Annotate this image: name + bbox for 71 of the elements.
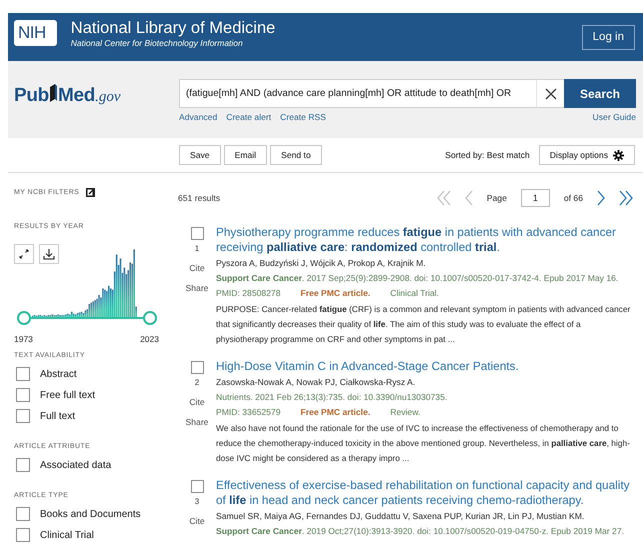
result-title[interactable]: High-Dose Vitamin C in Advanced-Stage Cancer Patients. xyxy=(216,359,633,374)
result-checkbox[interactable] xyxy=(190,227,204,240)
pmid-label: PMID: 33652579 xyxy=(216,407,280,417)
result-snippet: We also have not found the rationale for the use of IVC to increase the effectiveness of chemotherapy and to reduce the chemotherapy-induced toxicity in the above mentioned group. Nevertheless, in palliative care, high-dose IVC might be considered as a therapy impro ... xyxy=(216,422,631,465)
site-title: National Library of Medicine xyxy=(70,18,276,38)
result-authors: Samuel SR, Maiya AG, Fernandes DJ, Guddattu V, Saxena PUP, Kurian JR, Lin PJ, Mustian KM. xyxy=(216,511,586,521)
filter-checkbox[interactable] xyxy=(16,367,30,381)
page-field[interactable]: 1 xyxy=(520,189,550,207)
year-label: 1973 xyxy=(14,334,33,344)
login-button[interactable]: Log in xyxy=(582,24,635,50)
filter-label[interactable]: Full text xyxy=(40,410,76,422)
action-button[interactable]: Send to xyxy=(270,145,322,165)
nih-logo[interactable]: NIH xyxy=(14,20,57,46)
search-button[interactable]: Search xyxy=(564,79,636,108)
results-count: 651 results xyxy=(178,193,220,203)
cite-link[interactable]: Cite xyxy=(189,397,205,407)
page-total: of 66 xyxy=(564,193,583,203)
display-options-button[interactable]: Display options xyxy=(538,145,635,165)
search-field[interactable]: (fatigue[mh] AND (advance care planning[mh] OR attitude to death[mh] OR xyxy=(179,79,536,108)
page-label: Page xyxy=(486,193,507,203)
result-number: 2 xyxy=(194,378,200,387)
result-citation: Nutrients. 2021 Feb 26;13(3):735. doi: 10.3390/nu13030735. xyxy=(216,392,448,402)
result-authors: Zasowska-Nowak A, Nowak PJ, Ciałkowska-Rysz A. xyxy=(216,377,416,387)
filter-checkbox[interactable] xyxy=(16,507,30,521)
article-type: Review. xyxy=(390,407,420,417)
action-button[interactable]: Email xyxy=(224,145,268,165)
share-link[interactable]: Share xyxy=(186,417,208,427)
filter-checkbox[interactable] xyxy=(16,528,30,542)
sort-label[interactable]: Sorted by: Best match xyxy=(445,150,530,160)
filter-label[interactable]: Books and Documents xyxy=(40,508,141,520)
result-checkbox[interactable] xyxy=(190,480,204,493)
result-title[interactable]: Effectiveness of exercise-based rehabilitation on functional capacity and quality of life in head and neck cancer patients receiving chemo-radiotherapy. xyxy=(216,478,633,508)
filter-label[interactable]: Clinical Trial xyxy=(40,530,94,540)
filter-checkbox[interactable] xyxy=(16,409,30,423)
download-icon[interactable] xyxy=(39,244,59,264)
result-snippet: PURPOSE: Cancer-related fatigue (CRF) is a common and relevant symptom in patients with advanced cancer that significantly decreases their quality of life. The aim of this study was to evaluate the effect of a physiotherapy programme on CRF and other symptoms in pat ... xyxy=(216,303,632,346)
filter-checkbox[interactable] xyxy=(16,458,30,472)
double-chevron-icon[interactable] xyxy=(619,190,633,206)
site-subtitle: National Center for Biotechnology Information xyxy=(70,38,244,48)
cite-link[interactable]: Cite xyxy=(189,263,205,273)
cite-link[interactable]: Cite xyxy=(189,516,205,526)
result-citation: Support Care Cancer. 2019 Oct;27(10):3913-3920. doi: 10.1007/s00520-019-04750-z. Epub 2019 Mar 27. xyxy=(216,526,625,536)
user-guide-link[interactable]: User Guide xyxy=(592,112,636,122)
share-link[interactable]: Share xyxy=(186,283,208,293)
result-checkbox[interactable] xyxy=(190,361,204,374)
filter-label[interactable]: Abstract xyxy=(40,368,77,380)
search-link[interactable]: Create alert xyxy=(226,112,272,122)
action-button[interactable]: Save xyxy=(179,145,221,165)
result-number: 3 xyxy=(194,497,200,506)
filter-checkbox[interactable] xyxy=(16,388,30,402)
chevron-icon[interactable] xyxy=(597,190,605,206)
search-link[interactable]: Advanced xyxy=(179,112,218,122)
filter-label[interactable]: Associated data xyxy=(40,460,112,470)
filter-label[interactable]: Free full text xyxy=(40,390,96,400)
article-type: Clinical Trial. xyxy=(390,288,439,298)
external-link-icon[interactable] xyxy=(86,188,96,197)
pubmed-logo[interactable]: Pub Med.gov xyxy=(14,83,179,107)
search-link[interactable]: Create RSS xyxy=(280,112,326,122)
year-label: 2023 xyxy=(140,334,159,344)
free-article-label: Free PMC article. xyxy=(300,288,370,298)
close-icon[interactable] xyxy=(536,79,564,108)
result-title[interactable]: Physiotherapy programme reduces fatigue in patients with advanced cancer receiving palliative care: randomized controlled trial. xyxy=(216,225,633,255)
expand-icon[interactable] xyxy=(14,244,34,264)
result-number: 1 xyxy=(194,244,200,253)
free-article-label: Free PMC article. xyxy=(300,407,370,417)
result-citation: Support Care Cancer. 2017 Sep;25(9):2899-2908. doi: 10.1007/s00520-017-3742-4. Epub 2017 May 16. xyxy=(216,273,620,283)
slider-handle[interactable] xyxy=(143,311,157,325)
pmid-label: PMID: 28508278 xyxy=(216,288,280,298)
result-authors: Pyszora A, Budzyński J, Wójcik A, Prokop A, Krajnik M. xyxy=(216,258,427,268)
gear-icon xyxy=(613,150,624,160)
slider-handle[interactable] xyxy=(17,311,31,325)
